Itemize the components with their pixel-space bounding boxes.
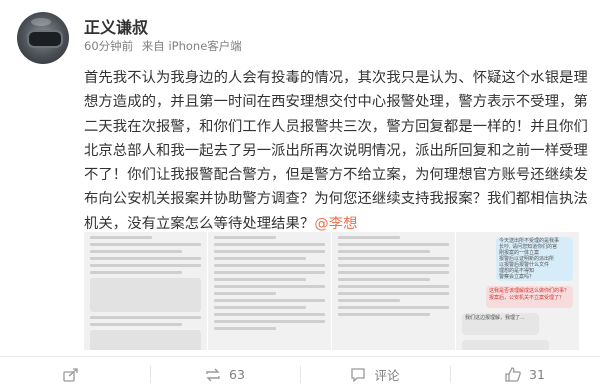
comment-icon: [351, 367, 366, 382]
post-time[interactable]: 60分钟前: [84, 39, 133, 53]
chat-message: 今天送出所不受理的是我事 长吵, 请问您知道你们的官 刚报案的一体立案 报警后以证明新…: [496, 237, 573, 281]
like-button[interactable]: 31: [450, 357, 600, 392]
chat-question: 这我是否该理解成这么做你们的事？ 报案后，公安机关不立案受理了？: [486, 286, 573, 308]
helmet-visor: [27, 30, 63, 48]
screenshot-thumb-4[interactable]: 今天送出所不受理的是我事 长吵, 请问您知道你们的官 刚报案的一体立案 报警后以证明新…: [456, 232, 579, 350]
screenshot-thumb-2[interactable]: [208, 232, 331, 350]
helmet-shine: [31, 18, 51, 26]
share-button[interactable]: [0, 357, 150, 392]
post-body: 首先我不认为我身边的人会有投毒的情况，其次我只是认为、怀疑这个水银是理想方造成的…: [84, 70, 588, 232]
post-source: 来自 iPhone客户端: [141, 39, 242, 53]
screenshot-thumb-1[interactable]: [84, 232, 207, 350]
username[interactable]: 正义谦叔: [84, 14, 148, 38]
screenshot-thumb-3[interactable]: [332, 232, 455, 350]
repost-button[interactable]: 63: [150, 357, 300, 392]
mention-link[interactable]: @李想: [314, 216, 357, 232]
repost-icon: [206, 368, 220, 381]
repost-count: 63: [229, 367, 245, 382]
post-text: 首先我不认为我身边的人会有投毒的情况，其次我只是认为、怀疑这个水银是理想方造成的…: [84, 66, 590, 236]
chat-question-line: 这我是否该理解成这么做你们的事？: [489, 288, 570, 294]
comment-label: 评论: [374, 368, 400, 383]
chat-line: 警察会立案吗？: [499, 274, 535, 280]
post-meta: 60分钟前 来自 iPhone客户端: [84, 38, 242, 54]
avatar[interactable]: [17, 12, 69, 64]
chat-reply: 我们这边报理解，我理了...: [462, 313, 539, 335]
thumbs-up-icon: [505, 367, 521, 382]
like-count: 31: [529, 367, 545, 382]
action-bar: 63 评论 31: [0, 357, 600, 392]
image-grid: 今天送出所不受理的是我事 长吵, 请问您知道你们的官 刚报案的一体立案 报警后以证明新…: [84, 232, 580, 350]
comment-button[interactable]: 评论: [300, 357, 450, 392]
share-icon: [63, 367, 78, 382]
chat-question-line: 报案后，公安机关不立案受理了？: [489, 295, 565, 301]
